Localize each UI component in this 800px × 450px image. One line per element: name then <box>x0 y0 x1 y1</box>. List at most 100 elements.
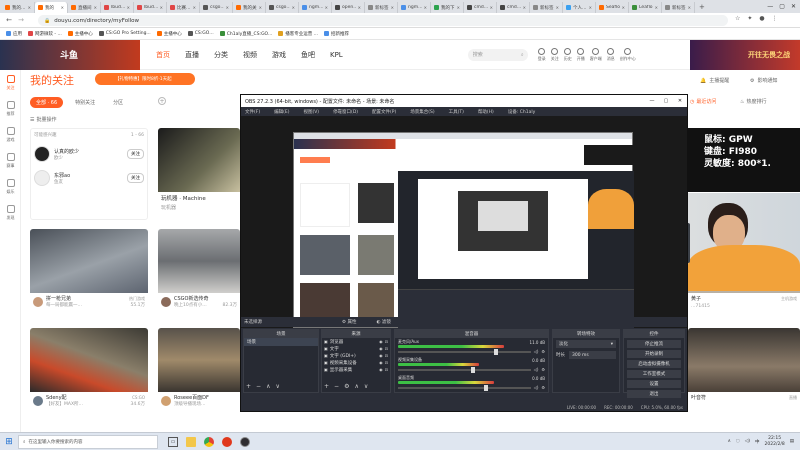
stream-card[interactable]: 玩机器 · Machine 玩机器 <box>158 128 240 220</box>
notice-link[interactable]: ⚙ 影响通知 <box>750 77 778 85</box>
close-tab-icon[interactable]: ✕ <box>61 5 64 10</box>
obs-control-button[interactable]: 开始录制 <box>627 350 681 358</box>
obs-menu-item[interactable]: 配置文件(P) <box>372 109 396 115</box>
close-icon[interactable]: ✕ <box>673 98 687 104</box>
obs-control-button[interactable]: 工作室模式 <box>627 370 681 378</box>
obs-menu-item[interactable]: 停靠窗口(D) <box>333 109 358 115</box>
nav-item[interactable]: 首页 <box>156 50 170 60</box>
close-tab-icon[interactable]: ✕ <box>622 5 625 10</box>
stream-card[interactable]: CSGO新选传奇 晚上10点有小… 82.3万 <box>158 229 240 319</box>
speaker-icon[interactable]: ◁) <box>534 349 539 354</box>
recent-visit-tab[interactable]: ◷ 最近访问 <box>690 98 716 106</box>
nav-item[interactable]: 直播 <box>185 50 199 60</box>
transition-select[interactable]: 淡化 ▾ <box>556 340 616 348</box>
menu-icon[interactable]: ⋮ <box>772 15 778 22</box>
gear-icon[interactable]: ⚙ <box>541 349 545 354</box>
lock-icon[interactable]: ⊡ <box>385 346 388 351</box>
close-tab-icon[interactable]: ✕ <box>424 5 427 10</box>
browser-tab[interactable]: 直播间 ✕ <box>68 2 101 13</box>
close-tab-icon[interactable]: ✕ <box>259 5 262 10</box>
add-group-icon[interactable]: + <box>158 97 166 105</box>
add-icon[interactable]: + <box>246 383 251 390</box>
follow-item[interactable]: 认真的欧少 欧少 关注 <box>34 146 144 162</box>
stream-card[interactable]: Sdeny配 CS:GO 【好友】MAX所… 34.6万 <box>30 328 148 418</box>
network-icon[interactable]: ◌ <box>736 439 740 444</box>
close-tab-icon[interactable]: ✕ <box>391 5 394 10</box>
duration-input[interactable]: 300 ms <box>569 351 616 359</box>
sidebar-item[interactable]: 发现 <box>0 200 21 226</box>
close-tab-icon[interactable]: ✕ <box>358 5 361 10</box>
nav-item[interactable]: KPL <box>330 51 343 59</box>
close-tab-icon[interactable]: ✕ <box>523 5 526 10</box>
close-tab-icon[interactable]: ✕ <box>688 5 691 10</box>
obs-control-button[interactable]: 启动虚拟摄像机 <box>627 360 681 368</box>
obs-preview[interactable] <box>241 116 687 329</box>
clock[interactable]: 22:15 2022/2/8 <box>765 436 785 448</box>
browser-tab[interactable]: 新标签 ✕ <box>662 2 695 13</box>
sidebar-item[interactable]: 游戏 <box>0 122 21 148</box>
header-action[interactable]: 客户端 <box>590 47 602 62</box>
live-reminder-link[interactable]: 🔔 主播提醒 <box>700 77 729 85</box>
close-tab-icon[interactable]: ✕ <box>226 5 229 10</box>
header-action[interactable]: 消息 <box>607 47 615 62</box>
browser-tab[interactable]: ngm… ✕ <box>398 2 431 13</box>
volume-icon[interactable]: ◁) <box>745 439 750 444</box>
douyu-app-icon[interactable] <box>222 436 232 447</box>
browser-tab[interactable]: Leaflo…✕ <box>629 2 662 13</box>
extensions-icon[interactable]: ✦ <box>747 15 752 22</box>
header-action[interactable]: 历史 <box>564 47 572 62</box>
close-tab-icon[interactable]: ✕ <box>457 5 460 10</box>
obs-control-button[interactable]: 设置 <box>627 380 681 388</box>
taskbar-search-input[interactable]: ⌕ 在这里输入你要搜索的内容 <box>18 434 158 449</box>
browser-tab[interactable]: cmd… ✕ <box>464 2 497 13</box>
close-tab-icon[interactable]: ✕ <box>28 5 31 10</box>
lock-icon[interactable]: ⊡ <box>385 367 388 372</box>
windows-start-icon[interactable]: ⊞ <box>0 433 18 450</box>
filter-tab[interactable]: 分区 <box>107 97 129 108</box>
scene-item[interactable]: 场景 <box>244 338 318 346</box>
nav-item[interactable]: 鱼吧 <box>301 50 315 60</box>
search-icon[interactable]: ⌕ <box>521 52 524 58</box>
obs-control-button[interactable]: 停止推流 <box>627 340 681 348</box>
down-icon[interactable]: ∨ <box>275 383 279 390</box>
close-tab-icon[interactable]: ✕ <box>490 5 493 10</box>
gear-icon[interactable]: ⚙ <box>541 385 545 390</box>
browser-tab[interactable]: ngm… ✕ <box>299 2 332 13</box>
header-action[interactable]: 关注 <box>551 47 559 62</box>
header-action[interactable]: 登录 <box>538 47 546 62</box>
filter-tab[interactable]: 特别关注 <box>69 97 101 108</box>
add-icon[interactable]: + <box>324 383 329 390</box>
browser-tab[interactable]: csgo… ✕ <box>200 2 233 13</box>
lock-icon[interactable]: ⊡ <box>385 339 388 344</box>
browser-tab[interactable]: cmd… ✕ <box>497 2 530 13</box>
eye-icon[interactable]: ◉ <box>379 353 383 358</box>
filter-tab[interactable]: 全部 · 66 <box>30 97 64 108</box>
source-item[interactable]: ▣ 视频采集设备 ◉ ⊡ <box>322 359 390 366</box>
close-tab-icon[interactable]: ✕ <box>589 5 592 10</box>
bookmark-item[interactable]: CS:GO… <box>187 31 214 36</box>
close-tab-icon[interactable]: ✕ <box>292 5 295 10</box>
slider-handle[interactable] <box>493 348 498 355</box>
bookmark-item[interactable]: 招新推荐 <box>323 31 349 37</box>
obs-menu-item[interactable]: 帮助(H) <box>478 109 494 115</box>
tray-arrow-icon[interactable]: ∧ <box>728 439 731 444</box>
speaker-icon[interactable]: ◁) <box>534 385 539 390</box>
obs-menu-item[interactable]: 视图(V) <box>303 109 319 115</box>
properties-button[interactable]: ⚙ 属性 <box>342 319 356 325</box>
browser-tab[interactable]: 新标签 ✕ <box>530 2 563 13</box>
sidebar-item[interactable]: 关注 <box>0 70 21 96</box>
bookmark-item[interactable]: CS:GO Pro Setting... <box>98 31 151 36</box>
forward-icon[interactable]: → <box>15 16 27 24</box>
minimize-icon[interactable]: — <box>767 3 773 10</box>
slider-handle[interactable] <box>484 384 489 391</box>
browser-tab[interactable]: lbud… ✕ <box>101 2 134 13</box>
source-item[interactable]: ▣ 显示器采集 ◉ ⊡ <box>322 366 390 373</box>
source-item[interactable]: ▣ 文字 ◉ ⊡ <box>322 345 390 352</box>
promo-banner[interactable]: 开往无畏之战 <box>690 39 800 70</box>
nav-item[interactable]: 视频 <box>243 50 257 60</box>
remove-icon[interactable]: − <box>256 383 261 390</box>
follow-button[interactable]: 关注 <box>127 173 144 183</box>
task-view-icon[interactable]: ▭ <box>168 436 178 447</box>
maximize-icon[interactable]: ▢ <box>659 98 673 104</box>
slider-handle[interactable] <box>471 366 476 373</box>
